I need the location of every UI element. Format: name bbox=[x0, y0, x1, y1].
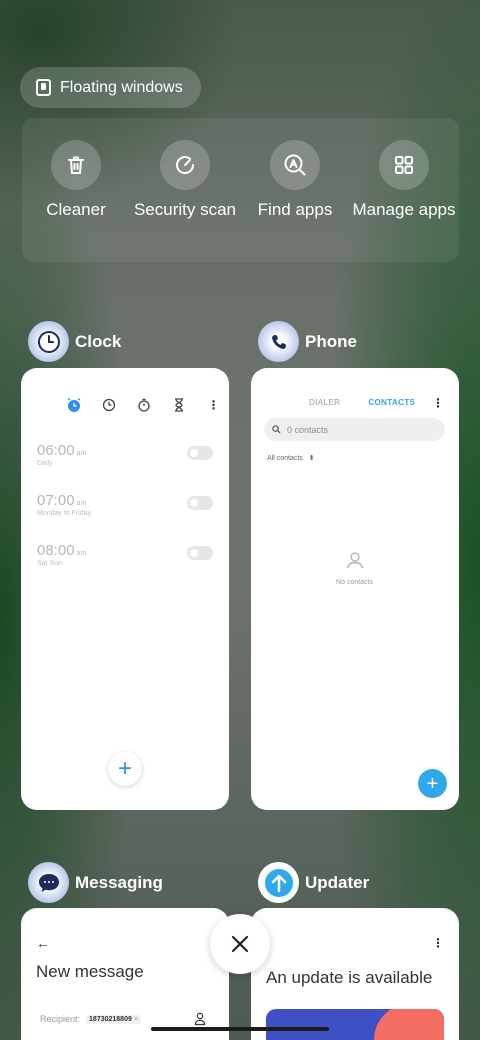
alarm-ampm: am bbox=[76, 450, 87, 457]
contacts-search-placeholder: 0 contacts bbox=[287, 424, 329, 435]
messaging-app-card[interactable]: ← New message Recipient: 18730218809 × bbox=[21, 908, 229, 1040]
manage-apps-label: Manage apps bbox=[352, 200, 456, 219]
floating-windows-button[interactable]: Floating windows bbox=[20, 67, 201, 108]
security-scan-icon bbox=[160, 140, 210, 190]
security-scan-button[interactable]: Security scan bbox=[130, 140, 240, 220]
add-contact-button[interactable]: + bbox=[418, 769, 447, 798]
recipient-number: 18730218809 bbox=[89, 1015, 132, 1023]
updater-more-icon[interactable]: ⋮ bbox=[432, 937, 444, 949]
contacts-filter-label: All contacts bbox=[267, 455, 303, 462]
floating-windows-label: Floating windows bbox=[60, 78, 183, 96]
clock-app-card[interactable]: ⋮ 06:00 am Daily 07:00 am Monday to Friday… bbox=[21, 368, 229, 810]
alarm-toggle[interactable] bbox=[187, 546, 213, 560]
person-icon bbox=[346, 552, 363, 569]
clock-tabs: ⋮ bbox=[64, 395, 223, 414]
world-clock-tab-icon[interactable] bbox=[99, 395, 118, 414]
messaging-app-name: Messaging bbox=[75, 872, 163, 892]
alarm-ampm: am bbox=[76, 500, 87, 507]
alarm-time: 07:00 bbox=[37, 492, 75, 509]
manage-apps-button[interactable]: Manage apps bbox=[349, 140, 459, 220]
phone-app-icon bbox=[258, 321, 299, 362]
cleaner-button[interactable]: Cleaner bbox=[21, 140, 131, 220]
quick-tools-panel: Cleaner Security scan Find apps Manage a… bbox=[22, 118, 459, 262]
recipient-field[interactable]: Recipient: 18730218809 × bbox=[40, 1014, 141, 1024]
floating-window-icon bbox=[36, 79, 51, 96]
updater-app-header[interactable]: Updater bbox=[258, 862, 369, 903]
alarm-repeat: Monday to Friday bbox=[37, 510, 92, 517]
recipient-chip[interactable]: 18730218809 × bbox=[86, 1014, 141, 1024]
empty-state: No contacts bbox=[251, 550, 458, 586]
find-apps-button[interactable]: Find apps bbox=[240, 140, 350, 220]
sort-icon: ⬍ bbox=[308, 455, 315, 462]
close-all-button[interactable] bbox=[210, 914, 270, 974]
back-arrow-icon[interactable]: ← bbox=[36, 935, 50, 951]
alarm-tab-icon[interactable] bbox=[64, 395, 83, 414]
close-icon bbox=[231, 935, 249, 953]
contacts-filter-dropdown[interactable]: All contacts ⬍ bbox=[267, 454, 315, 462]
cleaner-label: Cleaner bbox=[46, 200, 106, 219]
phone-app-header[interactable]: Phone bbox=[258, 321, 357, 362]
phone-tabs: DIALER CONTACTS bbox=[309, 398, 415, 407]
clock-app-icon bbox=[28, 321, 69, 362]
contact-picker-icon[interactable] bbox=[194, 1012, 206, 1026]
alarm-row[interactable]: 08:00 am Sat Sun bbox=[37, 542, 213, 567]
clock-app-name: Clock bbox=[75, 331, 122, 351]
alarm-time: 08:00 bbox=[37, 542, 75, 559]
alarm-toggle[interactable] bbox=[187, 496, 213, 510]
recipient-label: Recipient: bbox=[40, 1014, 81, 1024]
search-icon bbox=[272, 425, 281, 434]
find-apps-icon bbox=[270, 140, 320, 190]
clock-more-icon[interactable]: ⋮ bbox=[204, 395, 223, 414]
alarm-repeat: Daily bbox=[37, 460, 53, 467]
security-scan-label: Security scan bbox=[133, 200, 237, 219]
alarm-toggle[interactable] bbox=[187, 446, 213, 460]
new-message-title: New message bbox=[36, 962, 144, 981]
messaging-app-icon bbox=[28, 862, 69, 903]
messaging-app-header[interactable]: Messaging bbox=[28, 862, 163, 903]
alarm-row[interactable]: 06:00 am Daily bbox=[37, 442, 213, 467]
trash-icon bbox=[51, 140, 101, 190]
tab-contacts[interactable]: CONTACTS bbox=[368, 398, 415, 407]
phone-app-card[interactable]: DIALER CONTACTS ⋮ 0 contacts All contact… bbox=[251, 368, 459, 810]
updater-app-card[interactable]: ⋮ An update is available bbox=[251, 908, 459, 1040]
timer-tab-icon[interactable] bbox=[169, 395, 188, 414]
no-contacts-text: No contacts bbox=[336, 579, 373, 586]
phone-app-name: Phone bbox=[305, 331, 357, 351]
update-banner-image bbox=[266, 1009, 444, 1040]
updater-app-icon bbox=[258, 862, 299, 903]
stopwatch-tab-icon[interactable] bbox=[134, 395, 153, 414]
alarm-time: 06:00 bbox=[37, 442, 75, 459]
home-indicator[interactable] bbox=[151, 1027, 329, 1031]
alarm-ampm: am bbox=[76, 550, 87, 557]
grid-icon bbox=[379, 140, 429, 190]
phone-more-icon[interactable]: ⋮ bbox=[432, 397, 444, 409]
find-apps-label: Find apps bbox=[257, 200, 333, 219]
alarm-row[interactable]: 07:00 am Monday to Friday bbox=[37, 492, 213, 517]
update-available-title: An update is available bbox=[266, 968, 433, 987]
contacts-search-input[interactable]: 0 contacts bbox=[264, 418, 445, 441]
chip-remove-icon[interactable]: × bbox=[134, 1016, 138, 1023]
clock-app-header[interactable]: Clock bbox=[28, 321, 121, 362]
alarm-repeat: Sat Sun bbox=[37, 560, 62, 567]
updater-app-name: Updater bbox=[305, 872, 370, 892]
tab-dialer[interactable]: DIALER bbox=[309, 398, 340, 407]
add-alarm-button[interactable]: + bbox=[108, 752, 142, 786]
